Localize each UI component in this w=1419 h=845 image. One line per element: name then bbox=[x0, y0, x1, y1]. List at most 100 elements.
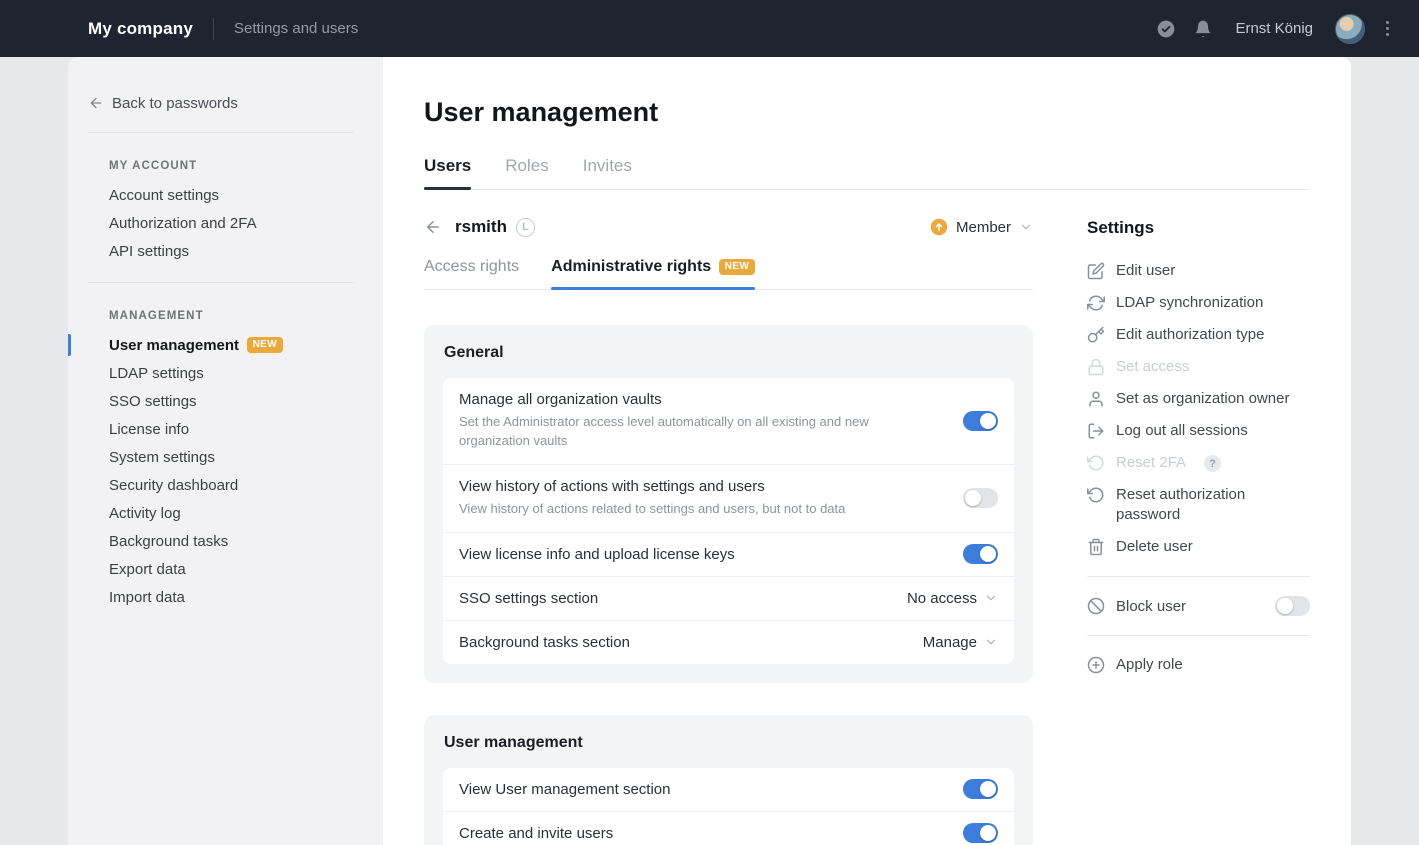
trash-icon bbox=[1088, 538, 1104, 556]
toggle-view-user-management-section[interactable] bbox=[963, 779, 998, 800]
tab-users[interactable]: Users bbox=[424, 156, 472, 190]
select-sso-settings-section[interactable]: No access bbox=[907, 590, 998, 607]
sidebar-item-label: LDAP settings bbox=[109, 364, 204, 382]
setting-text: Create and invite users bbox=[459, 822, 613, 845]
role-select[interactable]: Member bbox=[930, 218, 1033, 236]
action-label: Reset 2FA bbox=[1116, 454, 1187, 471]
help-icon[interactable]: ? bbox=[1204, 455, 1222, 472]
sidebar-item-label: Authorization and 2FA bbox=[109, 214, 257, 232]
sidebar-item-license-info[interactable]: License info bbox=[68, 415, 383, 443]
setting-description: Set the Administrator access level autom… bbox=[459, 414, 869, 448]
tab-access-rights[interactable]: Access rights bbox=[424, 258, 519, 289]
setting-text: View license info and upload license key… bbox=[459, 543, 735, 566]
action-label: Log out all sessions bbox=[1116, 422, 1248, 439]
toggle-view-license-info[interactable] bbox=[963, 544, 998, 565]
tab-roles[interactable]: Roles bbox=[505, 156, 548, 189]
company-name[interactable]: My company bbox=[88, 19, 193, 39]
subtab-label: Administrative rights bbox=[551, 258, 712, 275]
back-to-passwords-link[interactable]: Back to passwords bbox=[68, 91, 383, 115]
action-label: Delete user bbox=[1116, 538, 1193, 555]
sidebar-account-list: Account settings Authorization and 2FA A… bbox=[68, 181, 383, 265]
setting-row: Background tasks section Manage bbox=[443, 621, 1014, 664]
arrow-left-icon bbox=[90, 97, 102, 109]
tab-invites[interactable]: Invites bbox=[583, 156, 632, 189]
action-log-out-all-sessions[interactable]: Log out all sessions bbox=[1087, 421, 1310, 441]
sidebar-item-activity-log[interactable]: Activity log bbox=[68, 499, 383, 527]
sidebar-divider bbox=[88, 132, 353, 133]
action-edit-user[interactable]: Edit user bbox=[1087, 261, 1310, 281]
action-edit-authorization-type[interactable]: Edit authorization type bbox=[1087, 325, 1310, 345]
setting-row: View license info and upload license key… bbox=[443, 533, 1014, 577]
setting-label: Create and invite users bbox=[459, 824, 614, 842]
sidebar-item-export-data[interactable]: Export data bbox=[68, 555, 383, 583]
setting-label: Manage all organization vaults bbox=[459, 391, 662, 408]
setting-text: SSO settings section bbox=[459, 587, 598, 610]
user-management-card: User management View User management sec… bbox=[424, 714, 1033, 845]
sidebar-item-label: Import data bbox=[109, 588, 185, 606]
topbar: My company Settings and users Ernst Köni… bbox=[0, 0, 1419, 57]
user-header: rsmith L Member bbox=[424, 217, 1033, 237]
bell-icon[interactable] bbox=[1193, 19, 1213, 39]
setting-row: Manage all organization vaults Set the A… bbox=[443, 378, 1014, 465]
breadcrumb: Settings and users bbox=[233, 20, 359, 37]
page-title: User management bbox=[424, 97, 659, 127]
settings-panel: Settings Edit user LDAP synchronization … bbox=[1087, 217, 1310, 687]
toggle-create-and-invite-users[interactable] bbox=[963, 823, 998, 844]
sidebar-item-security-dashboard[interactable]: Security dashboard bbox=[68, 471, 383, 499]
action-set-access: Set access bbox=[1087, 357, 1310, 377]
action-reset-2fa: Reset 2FA ? bbox=[1087, 453, 1310, 473]
main-content: User management Users Roles Invites rsmi… bbox=[383, 57, 1351, 845]
block-user-row: Block user bbox=[1087, 596, 1310, 616]
sidebar-item-sso-settings[interactable]: SSO settings bbox=[68, 387, 383, 415]
setting-text: View User management section bbox=[459, 778, 671, 801]
logout-icon bbox=[1088, 423, 1104, 439]
panel-divider bbox=[1087, 635, 1310, 636]
card-title: General bbox=[444, 344, 504, 361]
toggle-manage-all-organization-vaults[interactable] bbox=[963, 410, 998, 431]
app-shell: Back to passwords My account Account set… bbox=[68, 57, 1351, 845]
main-tabs: Users Roles Invites bbox=[424, 156, 1309, 190]
sidebar-item-account-settings[interactable]: Account settings bbox=[68, 181, 383, 209]
select-value: No access bbox=[906, 589, 977, 607]
setting-label: Background tasks section bbox=[459, 633, 630, 651]
chevron-down-icon bbox=[986, 595, 996, 601]
sidebar-item-ldap-settings[interactable]: LDAP settings bbox=[68, 359, 383, 387]
plus-circle-icon bbox=[1087, 656, 1105, 674]
toggle-view-history-of-actions[interactable] bbox=[963, 488, 998, 509]
topbar-divider bbox=[212, 17, 214, 40]
action-apply-role[interactable]: Apply role bbox=[1087, 655, 1310, 675]
new-badge: NEW bbox=[247, 337, 283, 353]
setting-label: View history of actions with settings an… bbox=[459, 477, 765, 495]
select-value: Manage bbox=[922, 633, 977, 651]
block-user-label: Block user bbox=[1116, 597, 1187, 615]
sidebar-divider bbox=[88, 282, 353, 283]
sidebar-item-authorization-2fa[interactable]: Authorization and 2FA bbox=[68, 209, 383, 237]
action-delete-user[interactable]: Delete user bbox=[1087, 537, 1310, 557]
sidebar: Back to passwords My account Account set… bbox=[68, 57, 383, 845]
kebab-menu-icon[interactable] bbox=[1382, 17, 1393, 40]
select-background-tasks-section[interactable]: Manage bbox=[923, 634, 998, 651]
sidebar-item-system-settings[interactable]: System settings bbox=[68, 443, 383, 471]
check-circle-icon[interactable] bbox=[1156, 19, 1176, 39]
action-reset-authorization-password[interactable]: Reset authorization password bbox=[1087, 485, 1310, 525]
sidebar-item-label: Activity log bbox=[109, 504, 181, 522]
setting-text: Background tasks section bbox=[459, 631, 630, 654]
new-badge: NEW bbox=[719, 259, 755, 275]
sidebar-management-list: User management NEW LDAP settings SSO se… bbox=[68, 331, 383, 611]
role-value: Member bbox=[955, 218, 1011, 236]
setting-row: View history of actions with settings an… bbox=[443, 465, 1014, 533]
current-user-name[interactable]: Ernst König bbox=[1235, 20, 1313, 37]
sidebar-item-background-tasks[interactable]: Background tasks bbox=[68, 527, 383, 555]
sidebar-item-user-management[interactable]: User management NEW bbox=[68, 331, 383, 359]
action-label: Apply role bbox=[1116, 656, 1183, 673]
action-ldap-synchronization[interactable]: LDAP synchronization bbox=[1087, 293, 1310, 313]
avatar[interactable] bbox=[1335, 13, 1365, 44]
back-arrow-icon[interactable] bbox=[424, 218, 442, 236]
block-user-toggle[interactable] bbox=[1275, 596, 1310, 616]
block-user-label-group: Block user bbox=[1087, 597, 1186, 615]
tab-administrative-rights[interactable]: Administrative rights NEW bbox=[551, 258, 755, 290]
sidebar-item-api-settings[interactable]: API settings bbox=[68, 237, 383, 265]
sidebar-item-import-data[interactable]: Import data bbox=[68, 583, 383, 611]
action-set-as-organization-owner[interactable]: Set as organization owner bbox=[1087, 389, 1310, 409]
chevron-down-icon bbox=[986, 639, 996, 645]
